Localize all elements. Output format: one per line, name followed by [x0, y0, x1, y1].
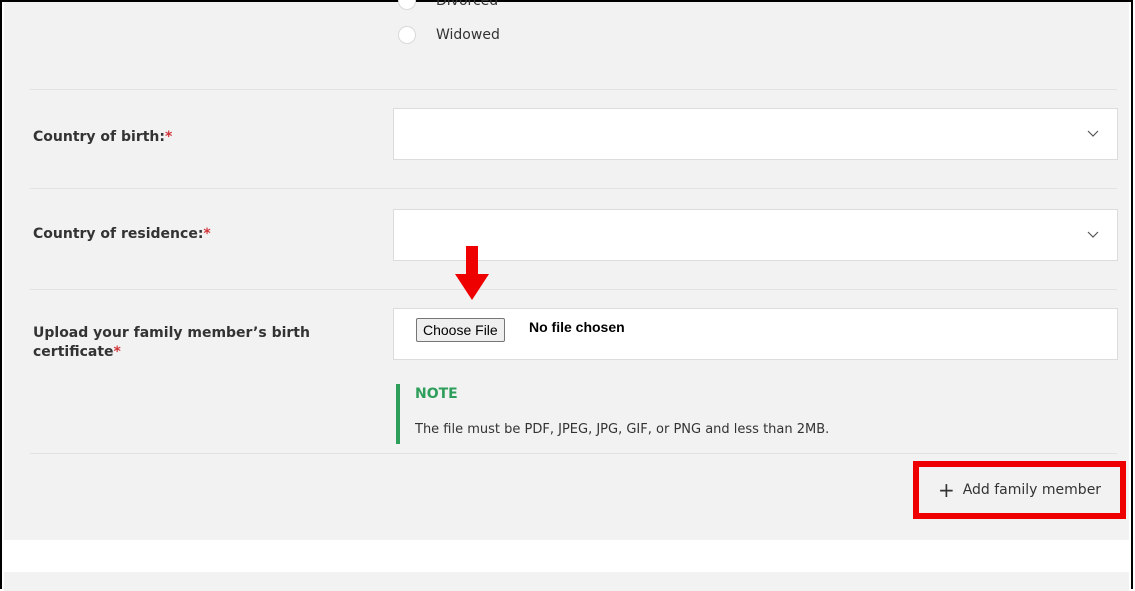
chevron-down-icon	[1087, 130, 1099, 137]
label-text: Country of birth:	[33, 129, 165, 145]
note-text: The file must be PDF, JPEG, JPG, GIF, or…	[415, 422, 830, 437]
next-section-panel	[4, 572, 1129, 591]
radio-label: Widowed	[436, 27, 500, 43]
add-family-member-button[interactable]: + Add family member	[913, 461, 1126, 519]
file-status-text: No file chosen	[529, 319, 625, 335]
chevron-down-icon	[1087, 231, 1099, 238]
down-arrow-annotation-icon	[455, 246, 489, 300]
label-line: certificate	[33, 344, 114, 360]
divider	[30, 89, 1117, 90]
radio-circle[interactable]	[398, 26, 416, 44]
radio-label: Divorced	[436, 0, 499, 9]
form-panel	[4, 2, 1129, 540]
required-mark: *	[113, 344, 121, 360]
country-of-birth-label: Country of birth:*	[33, 128, 172, 147]
upload-birth-certificate-label: Upload your family member’s birth certif…	[33, 324, 310, 362]
label-line: Upload your family member’s birth	[33, 325, 310, 341]
choose-file-button[interactable]: Choose File	[416, 318, 505, 342]
radio-option-widowed[interactable]: Widowed	[398, 23, 500, 47]
required-mark: *	[203, 226, 211, 242]
add-family-member-label: Add family member	[962, 482, 1102, 498]
radio-circle[interactable]	[398, 0, 416, 10]
country-of-residence-select[interactable]	[393, 209, 1118, 261]
country-of-birth-select[interactable]	[393, 108, 1118, 160]
divider	[30, 188, 1117, 189]
radio-option-divorced[interactable]: Divorced	[398, 0, 498, 13]
note-title: NOTE	[415, 386, 458, 402]
country-of-residence-label: Country of residence:*	[33, 225, 211, 244]
file-upload-field[interactable]: Choose File No file chosen	[393, 308, 1118, 360]
divider	[30, 453, 1117, 454]
note-accent-bar	[396, 384, 400, 444]
plus-icon: +	[937, 478, 955, 502]
divider	[30, 289, 1117, 290]
required-mark: *	[165, 129, 173, 145]
label-text: Country of residence:	[33, 226, 204, 242]
